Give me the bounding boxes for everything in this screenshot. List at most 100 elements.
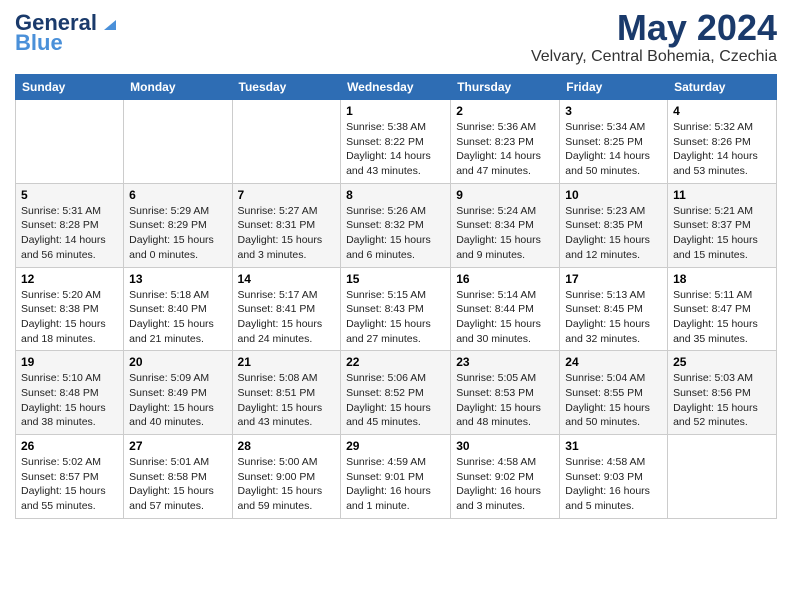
day-info: Sunrise: 5:29 AM Sunset: 8:29 PM Dayligh… [129, 204, 226, 263]
day-info: Sunrise: 5:06 AM Sunset: 8:52 PM Dayligh… [346, 371, 445, 430]
calendar-cell [16, 100, 124, 184]
day-number: 23 [456, 355, 554, 369]
day-number: 28 [238, 439, 336, 453]
day-info: Sunrise: 5:08 AM Sunset: 8:51 PM Dayligh… [238, 371, 336, 430]
day-info: Sunrise: 5:05 AM Sunset: 8:53 PM Dayligh… [456, 371, 554, 430]
day-number: 2 [456, 104, 554, 118]
calendar-table: SundayMondayTuesdayWednesdayThursdayFrid… [15, 74, 777, 519]
day-number: 9 [456, 188, 554, 202]
calendar-cell: 21 Sunrise: 5:08 AM Sunset: 8:51 PM Dayli… [232, 351, 341, 435]
day-info: Sunrise: 5:21 AM Sunset: 8:37 PM Dayligh… [673, 204, 771, 263]
calendar-cell: 19 Sunrise: 5:10 AM Sunset: 8:48 PM Dayli… [16, 351, 124, 435]
day-info: Sunrise: 5:14 AM Sunset: 8:44 PM Dayligh… [456, 288, 554, 347]
day-number: 14 [238, 272, 336, 286]
day-number: 10 [565, 188, 662, 202]
calendar-cell: 8 Sunrise: 5:26 AM Sunset: 8:32 PM Daylig… [341, 183, 451, 267]
day-info: Sunrise: 5:13 AM Sunset: 8:45 PM Dayligh… [565, 288, 662, 347]
day-number: 5 [21, 188, 118, 202]
day-info: Sunrise: 5:20 AM Sunset: 8:38 PM Dayligh… [21, 288, 118, 347]
calendar-week-4: 19 Sunrise: 5:10 AM Sunset: 8:48 PM Dayli… [16, 351, 777, 435]
day-info: Sunrise: 5:01 AM Sunset: 8:58 PM Dayligh… [129, 455, 226, 514]
calendar-cell: 30 Sunrise: 4:58 AM Sunset: 9:02 PM Dayli… [451, 435, 560, 519]
day-number: 21 [238, 355, 336, 369]
weekday-header-saturday: Saturday [668, 75, 777, 100]
logo: General Blue [15, 10, 116, 56]
calendar-cell: 2 Sunrise: 5:36 AM Sunset: 8:23 PM Daylig… [451, 100, 560, 184]
calendar-cell [232, 100, 341, 184]
day-number: 20 [129, 355, 226, 369]
calendar-cell: 31Sunrise: 4:58 AM Sunset: 9:03 PM Dayli… [560, 435, 668, 519]
calendar-cell: 16 Sunrise: 5:14 AM Sunset: 8:44 PM Dayli… [451, 267, 560, 351]
day-number: 15 [346, 272, 445, 286]
calendar-cell: 5 Sunrise: 5:31 AM Sunset: 8:28 PM Daylig… [16, 183, 124, 267]
logo-icon [98, 12, 116, 30]
calendar-cell: 6 Sunrise: 5:29 AM Sunset: 8:29 PM Daylig… [124, 183, 232, 267]
day-number: 12 [21, 272, 118, 286]
calendar-cell: 14 Sunrise: 5:17 AM Sunset: 8:41 PM Dayli… [232, 267, 341, 351]
day-info: Sunrise: 5:36 AM Sunset: 8:23 PM Dayligh… [456, 120, 554, 179]
day-number: 22 [346, 355, 445, 369]
weekday-header-row: SundayMondayTuesdayWednesdayThursdayFrid… [16, 75, 777, 100]
location: Velvary, Central Bohemia, Czechia [531, 48, 777, 66]
weekday-header-thursday: Thursday [451, 75, 560, 100]
calendar-cell: 12 Sunrise: 5:20 AM Sunset: 8:38 PM Dayli… [16, 267, 124, 351]
day-info: Sunrise: 5:23 AM Sunset: 8:35 PM Dayligh… [565, 204, 662, 263]
day-info: Sunrise: 5:26 AM Sunset: 8:32 PM Dayligh… [346, 204, 445, 263]
calendar-cell: 10 Sunrise: 5:23 AM Sunset: 8:35 PM Dayli… [560, 183, 668, 267]
calendar-cell: 23 Sunrise: 5:05 AM Sunset: 8:53 PM Dayli… [451, 351, 560, 435]
calendar-cell: 26 Sunrise: 5:02 AM Sunset: 8:57 PM Dayli… [16, 435, 124, 519]
page-header: General Blue May 2024 Velvary, Central B… [15, 10, 777, 66]
day-number: 13 [129, 272, 226, 286]
day-number: 26 [21, 439, 118, 453]
day-info: Sunrise: 5:24 AM Sunset: 8:34 PM Dayligh… [456, 204, 554, 263]
day-number: 30 [456, 439, 554, 453]
calendar-cell: 7 Sunrise: 5:27 AM Sunset: 8:31 PM Daylig… [232, 183, 341, 267]
day-number: 4 [673, 104, 771, 118]
day-number: 31 [565, 439, 662, 453]
day-info: Sunrise: 5:31 AM Sunset: 8:28 PM Dayligh… [21, 204, 118, 263]
day-number: 18 [673, 272, 771, 286]
calendar-cell: 29 Sunrise: 4:59 AM Sunset: 9:01 PM Dayli… [341, 435, 451, 519]
day-info: Sunrise: 5:32 AM Sunset: 8:26 PM Dayligh… [673, 120, 771, 179]
day-number: 16 [456, 272, 554, 286]
day-info: Sunrise: 5:11 AM Sunset: 8:47 PM Dayligh… [673, 288, 771, 347]
day-number: 8 [346, 188, 445, 202]
day-number: 1 [346, 104, 445, 118]
day-info: Sunrise: 5:18 AM Sunset: 8:40 PM Dayligh… [129, 288, 226, 347]
day-info: Sunrise: 4:58 AM Sunset: 9:02 PM Dayligh… [456, 455, 554, 514]
title-block: May 2024 Velvary, Central Bohemia, Czech… [531, 10, 777, 66]
calendar-cell: 3Sunrise: 5:34 AM Sunset: 8:25 PM Daylig… [560, 100, 668, 184]
weekday-header-wednesday: Wednesday [341, 75, 451, 100]
calendar-cell: 4 Sunrise: 5:32 AM Sunset: 8:26 PM Daylig… [668, 100, 777, 184]
day-info: Sunrise: 5:15 AM Sunset: 8:43 PM Dayligh… [346, 288, 445, 347]
day-info: Sunrise: 5:10 AM Sunset: 8:48 PM Dayligh… [21, 371, 118, 430]
day-info: Sunrise: 5:27 AM Sunset: 8:31 PM Dayligh… [238, 204, 336, 263]
calendar-cell: 20Sunrise: 5:09 AM Sunset: 8:49 PM Dayli… [124, 351, 232, 435]
day-info: Sunrise: 5:38 AM Sunset: 8:22 PM Dayligh… [346, 120, 445, 179]
logo-blue: Blue [15, 30, 63, 56]
day-info: Sunrise: 5:03 AM Sunset: 8:56 PM Dayligh… [673, 371, 771, 430]
weekday-header-monday: Monday [124, 75, 232, 100]
day-number: 27 [129, 439, 226, 453]
day-number: 24 [565, 355, 662, 369]
calendar-week-2: 5 Sunrise: 5:31 AM Sunset: 8:28 PM Daylig… [16, 183, 777, 267]
weekday-header-friday: Friday [560, 75, 668, 100]
day-number: 17 [565, 272, 662, 286]
day-number: 19 [21, 355, 118, 369]
day-number: 29 [346, 439, 445, 453]
day-number: 3 [565, 104, 662, 118]
calendar-week-3: 12 Sunrise: 5:20 AM Sunset: 8:38 PM Dayli… [16, 267, 777, 351]
day-number: 7 [238, 188, 336, 202]
calendar-cell: 1 Sunrise: 5:38 AM Sunset: 8:22 PM Daylig… [341, 100, 451, 184]
calendar-week-5: 26 Sunrise: 5:02 AM Sunset: 8:57 PM Dayli… [16, 435, 777, 519]
day-number: 25 [673, 355, 771, 369]
calendar-cell: 18 Sunrise: 5:11 AM Sunset: 8:47 PM Dayli… [668, 267, 777, 351]
day-number: 6 [129, 188, 226, 202]
day-info: Sunrise: 5:17 AM Sunset: 8:41 PM Dayligh… [238, 288, 336, 347]
day-info: Sunrise: 5:02 AM Sunset: 8:57 PM Dayligh… [21, 455, 118, 514]
calendar-cell: 11Sunrise: 5:21 AM Sunset: 8:37 PM Dayli… [668, 183, 777, 267]
calendar-cell: 9 Sunrise: 5:24 AM Sunset: 8:34 PM Daylig… [451, 183, 560, 267]
day-info: Sunrise: 4:59 AM Sunset: 9:01 PM Dayligh… [346, 455, 445, 514]
calendar-cell: 17 Sunrise: 5:13 AM Sunset: 8:45 PM Dayli… [560, 267, 668, 351]
weekday-header-sunday: Sunday [16, 75, 124, 100]
